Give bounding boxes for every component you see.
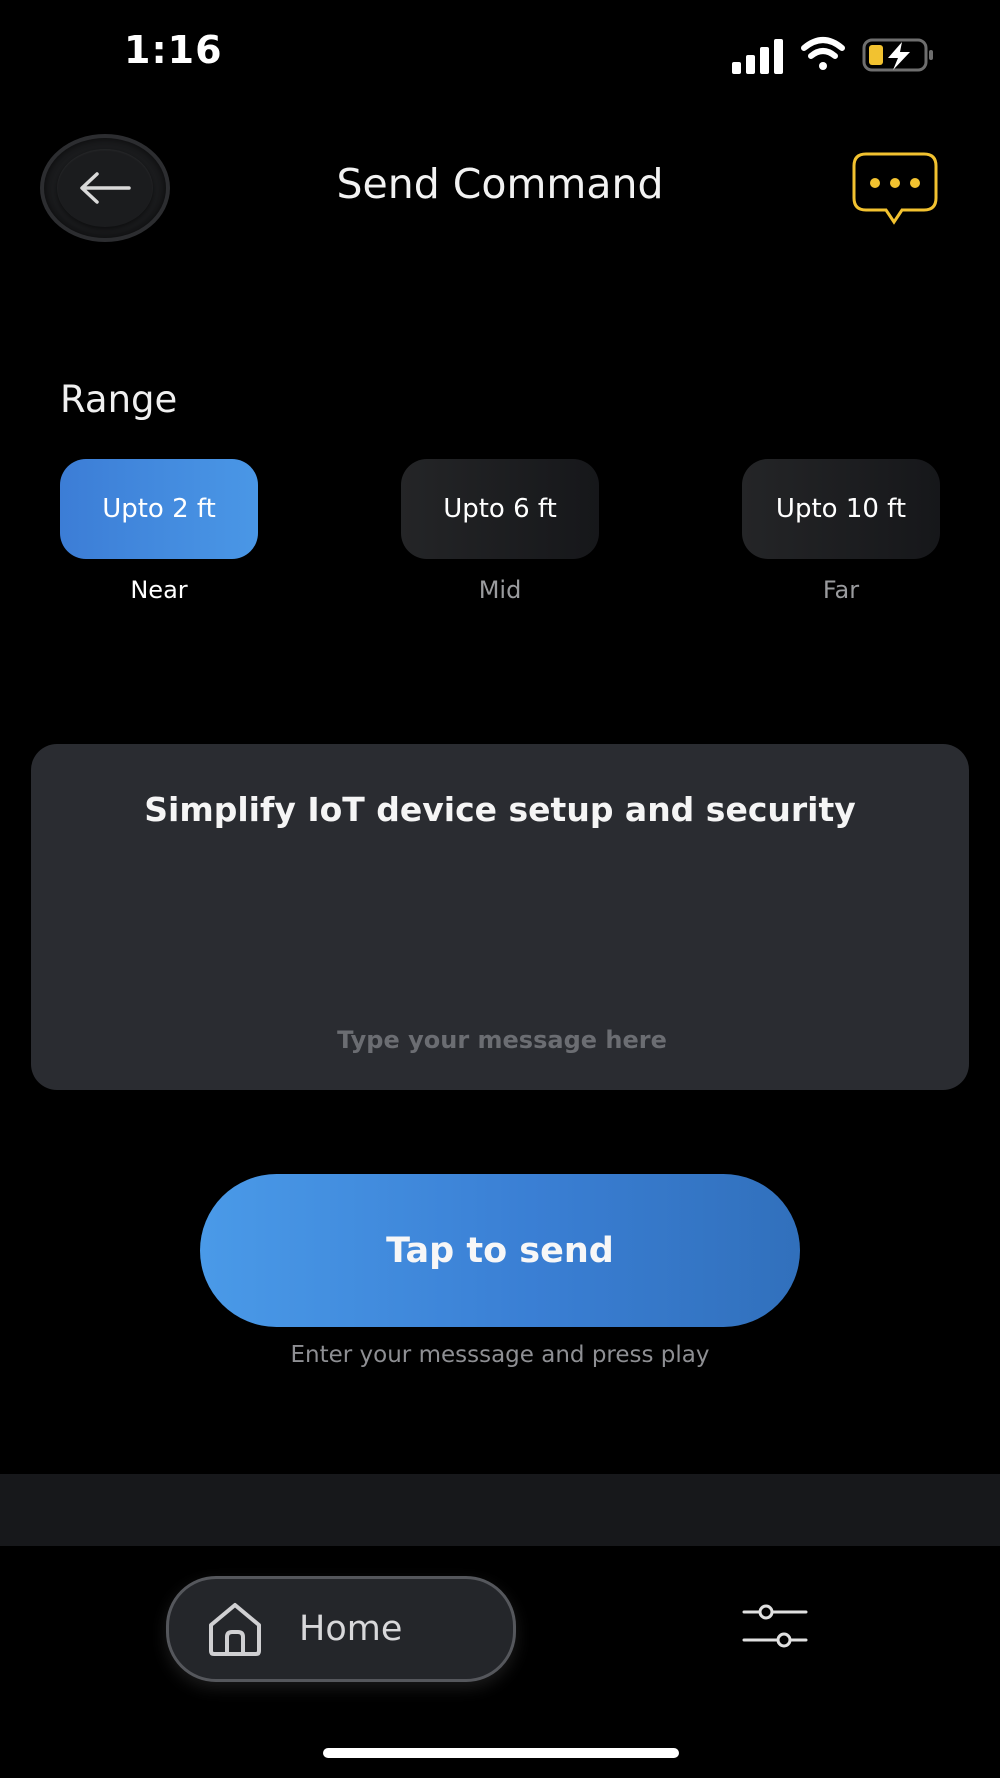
range-far-caption: Far xyxy=(822,576,860,604)
status-time: 1:16 xyxy=(124,28,223,72)
chat-bubble-icon[interactable] xyxy=(852,152,938,232)
bottom-strip xyxy=(0,1474,1000,1546)
range-far-button[interactable]: Upto 10 ft xyxy=(742,459,940,559)
home-icon xyxy=(209,1603,261,1656)
message-input[interactable] xyxy=(131,1014,873,1066)
range-mid-caption: Mid xyxy=(478,576,522,604)
status-icons xyxy=(732,37,933,74)
home-tab-label: Home xyxy=(299,1609,403,1649)
cellular-signal-icon xyxy=(732,39,783,74)
range-near-button[interactable]: Upto 2 ft xyxy=(60,459,258,559)
battery-charging-icon xyxy=(862,38,933,72)
range-mid-button-label: Upto 6 ft xyxy=(443,494,557,524)
home-indicator xyxy=(323,1748,679,1758)
send-button[interactable]: Tap to send xyxy=(200,1174,800,1327)
send-hint: Enter your messsage and press play xyxy=(290,1342,710,1368)
send-button-label: Tap to send xyxy=(386,1230,614,1271)
sliders-icon[interactable] xyxy=(740,1598,810,1654)
range-mid-button[interactable]: Upto 6 ft xyxy=(401,459,599,559)
back-button[interactable] xyxy=(44,138,166,238)
wifi-icon xyxy=(801,37,845,70)
range-near-button-label: Upto 2 ft xyxy=(102,494,216,524)
arrow-left-icon xyxy=(80,172,131,204)
page-title: Send Command xyxy=(336,160,664,208)
message-title: Simplify IoT device setup and security xyxy=(144,790,856,829)
range-title: Range xyxy=(60,378,178,421)
range-near-caption: Near xyxy=(130,576,188,604)
range-far-button-label: Upto 10 ft xyxy=(775,494,907,524)
home-tab[interactable]: Home xyxy=(166,1576,516,1682)
